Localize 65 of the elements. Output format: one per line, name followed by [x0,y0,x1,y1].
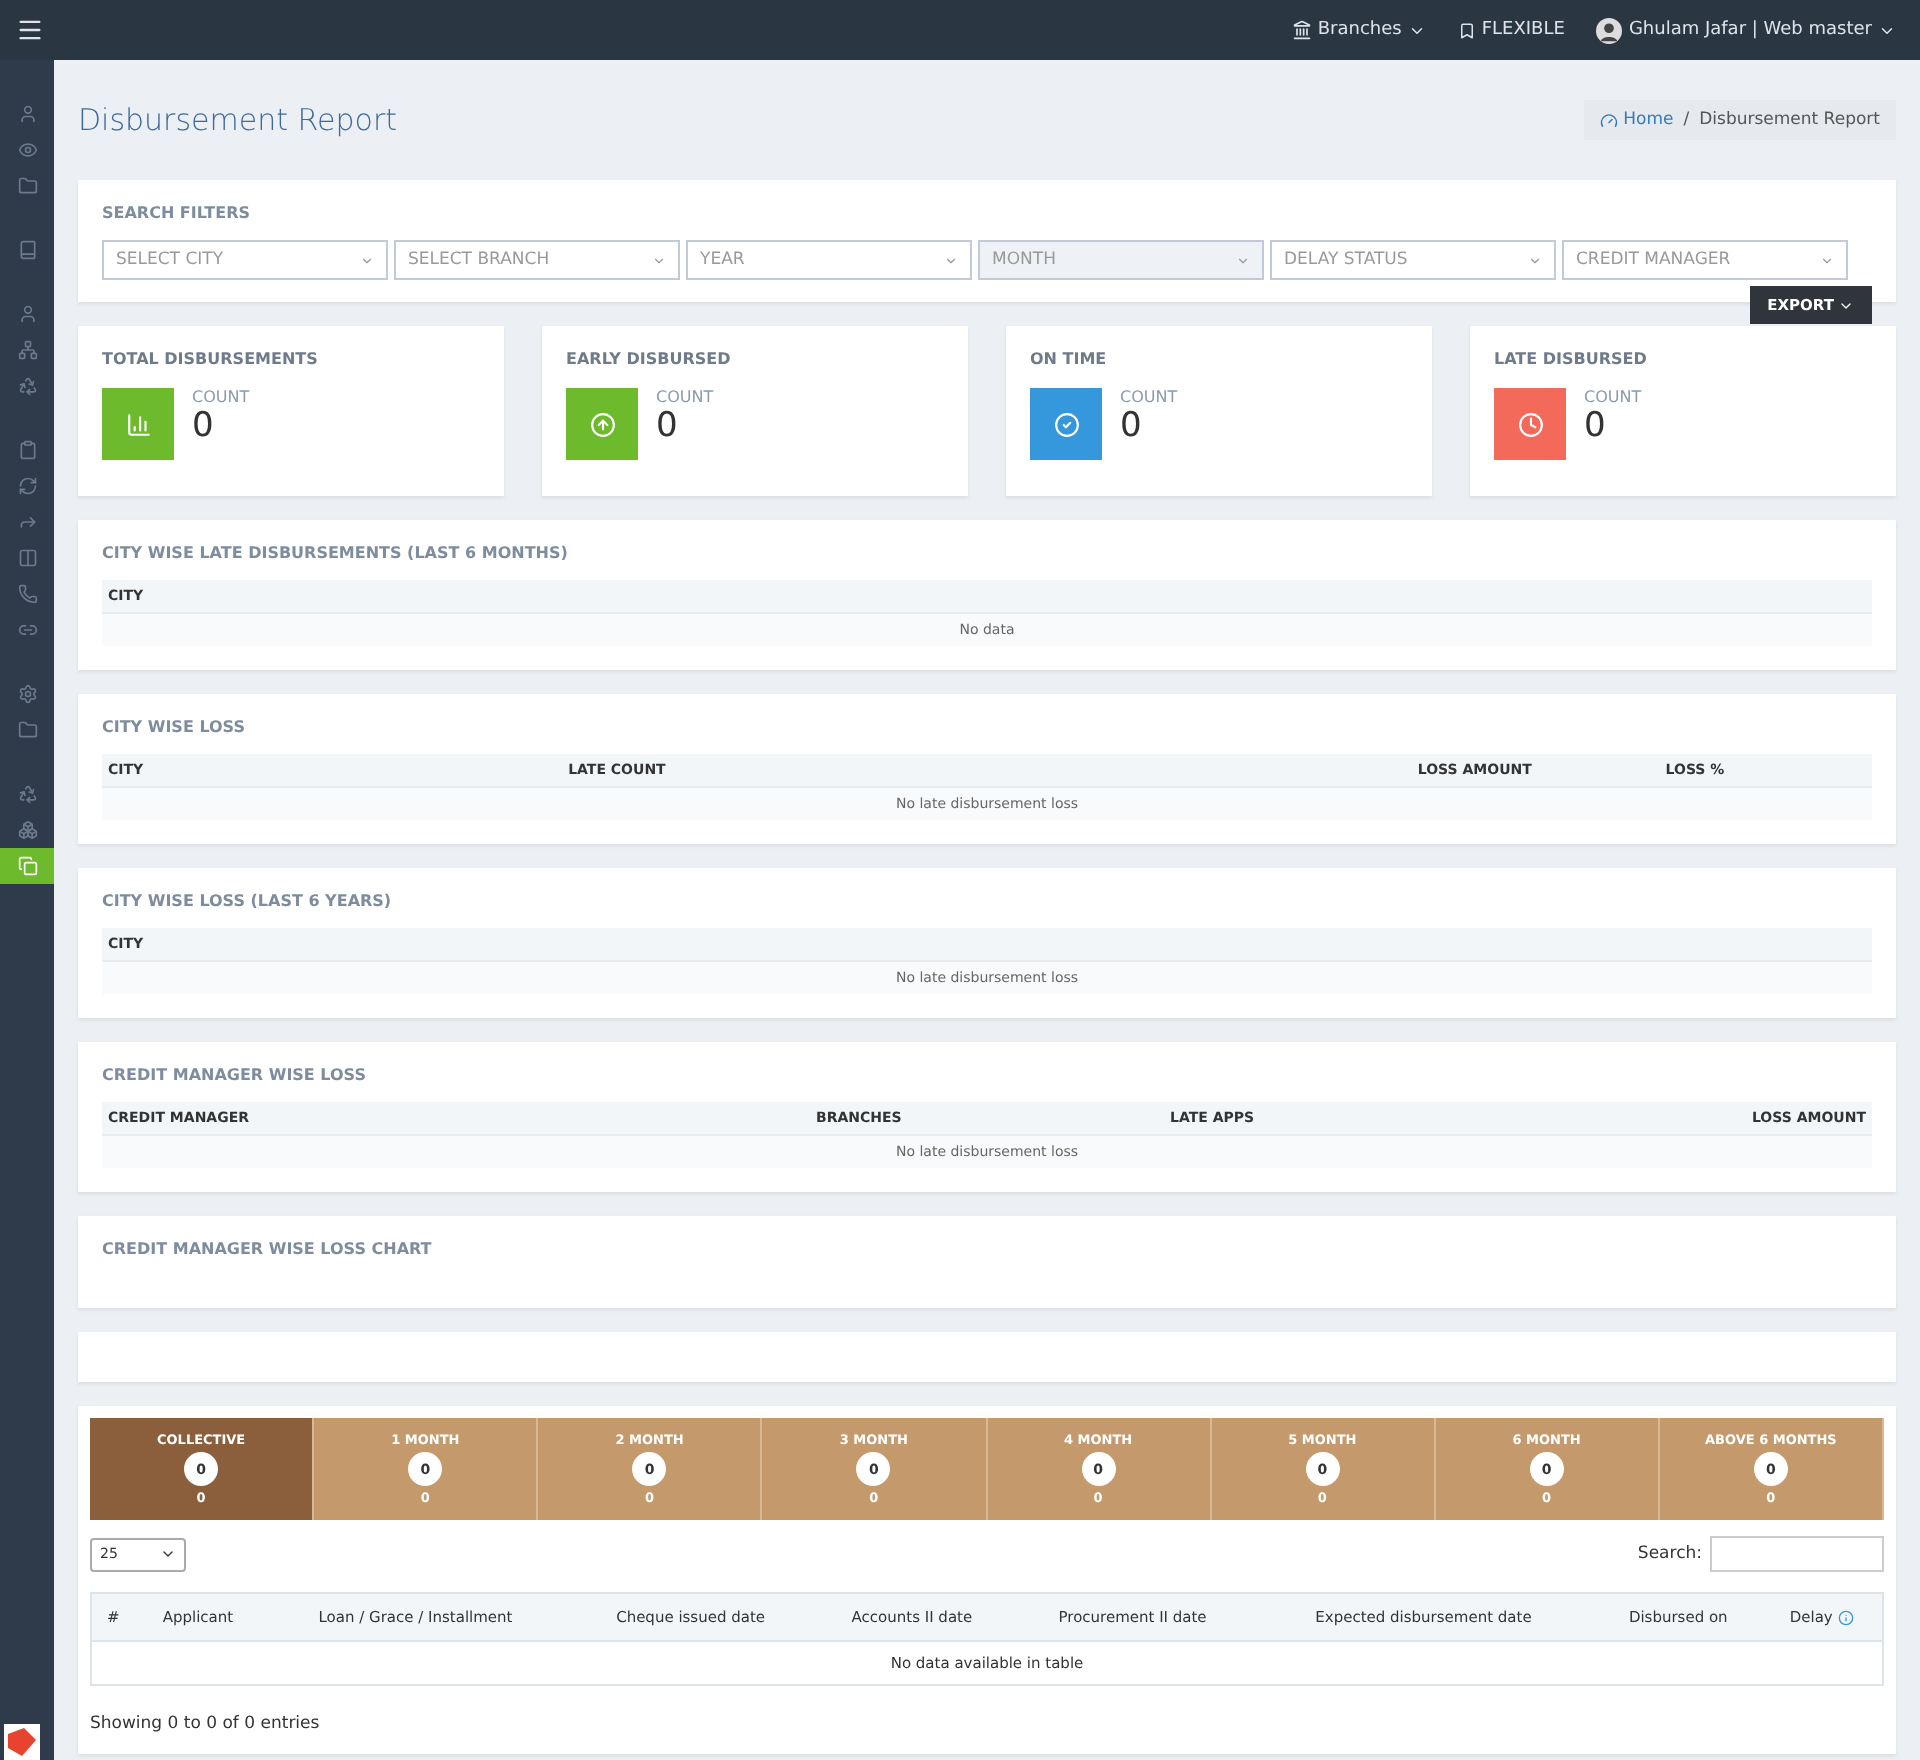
caret-icon [1820,253,1834,267]
bookmark-icon [1457,21,1476,39]
menu-item-icon [17,584,37,604]
stat-value: 0 [192,406,216,446]
stat-value: 0 [1120,406,1144,446]
table-info: Showing 0 to 0 of 0 entries [90,1714,322,1734]
breadcrumb-link[interactable]: Disbursement Report [1699,110,1880,130]
stat-title: EARLY DISBURSED [566,350,733,368]
menu-item-icon [17,340,37,360]
caret-icon [1528,253,1542,267]
caret-icon [1236,253,1250,267]
caret-icon [652,253,666,267]
stat-label: COUNT [1120,388,1178,406]
menu-item-icon [17,176,37,196]
menu-item-icon [17,620,37,640]
menu-item-icon [17,512,37,532]
card-title: SEARCH FILTERS [102,204,252,222]
branches-menu[interactable]: Branches [1291,20,1426,40]
stat-title: TOTAL DISBURSEMENTS [102,350,320,368]
stat-symbol-icon [125,411,151,437]
menu-item-icon [17,720,37,740]
stat-label: COUNT [1584,388,1642,406]
user-menu[interactable]: Ghulam Jafar | Web master [1596,17,1896,43]
sidebar-item[interactable] [0,848,54,884]
page-title: Disbursement Report [78,102,397,138]
info-icon[interactable] [1838,1609,1855,1626]
menu-item-icon [17,376,37,396]
stat-symbol-icon [1517,411,1543,437]
menu-item-icon [17,304,37,324]
menu-item-icon [17,476,37,496]
card-title: CREDIT MANAGER WISE LOSS CHART [102,1240,434,1258]
stat-symbol-icon [1053,411,1079,437]
menu-item-icon [17,856,37,876]
menu-item-icon [17,104,37,124]
breadcrumb-link[interactable]: Home [1599,110,1674,130]
avatar-icon [1596,17,1623,43]
stat-value: 0 [656,406,680,446]
menu-item-icon [17,240,37,260]
search-field[interactable] [1710,1536,1884,1572]
caret-icon [360,253,374,267]
menu-item-icon [17,684,37,704]
caret-icon [944,253,958,267]
stat-value: 0 [1584,406,1608,446]
menu-item-icon [17,820,37,840]
card-title: CREDIT MANAGER WISE LOSS [102,1066,368,1084]
card-title: CITY WISE LOSS [102,718,247,736]
menu-item-icon [17,548,37,568]
stat-symbol-icon [589,411,615,437]
stat-title: ON TIME [1030,350,1109,368]
menu-item-icon [17,440,37,460]
stat-label: COUNT [192,388,250,406]
menu-item-icon [17,140,37,160]
plan-link[interactable]: FLEXIBLE [1457,20,1565,40]
card-title: CITY WISE LATE DISBURSEMENTS (LAST 6 MONTHS) [102,544,570,562]
stat-label: COUNT [656,388,714,406]
breadcrumb-separator: / [1683,110,1690,130]
gauge-icon [1599,111,1618,129]
search-label: Search: [1637,1544,1702,1564]
caret-icon [160,1546,176,1562]
stat-title: LATE DISBURSED [1494,350,1649,368]
menu-item-icon [17,784,37,804]
bank-icon [1291,20,1312,40]
card-title: CITY WISE LOSS (LAST 6 YEARS) [102,892,394,910]
logo-icon [4,1724,40,1760]
menu-icon[interactable] [16,16,44,44]
